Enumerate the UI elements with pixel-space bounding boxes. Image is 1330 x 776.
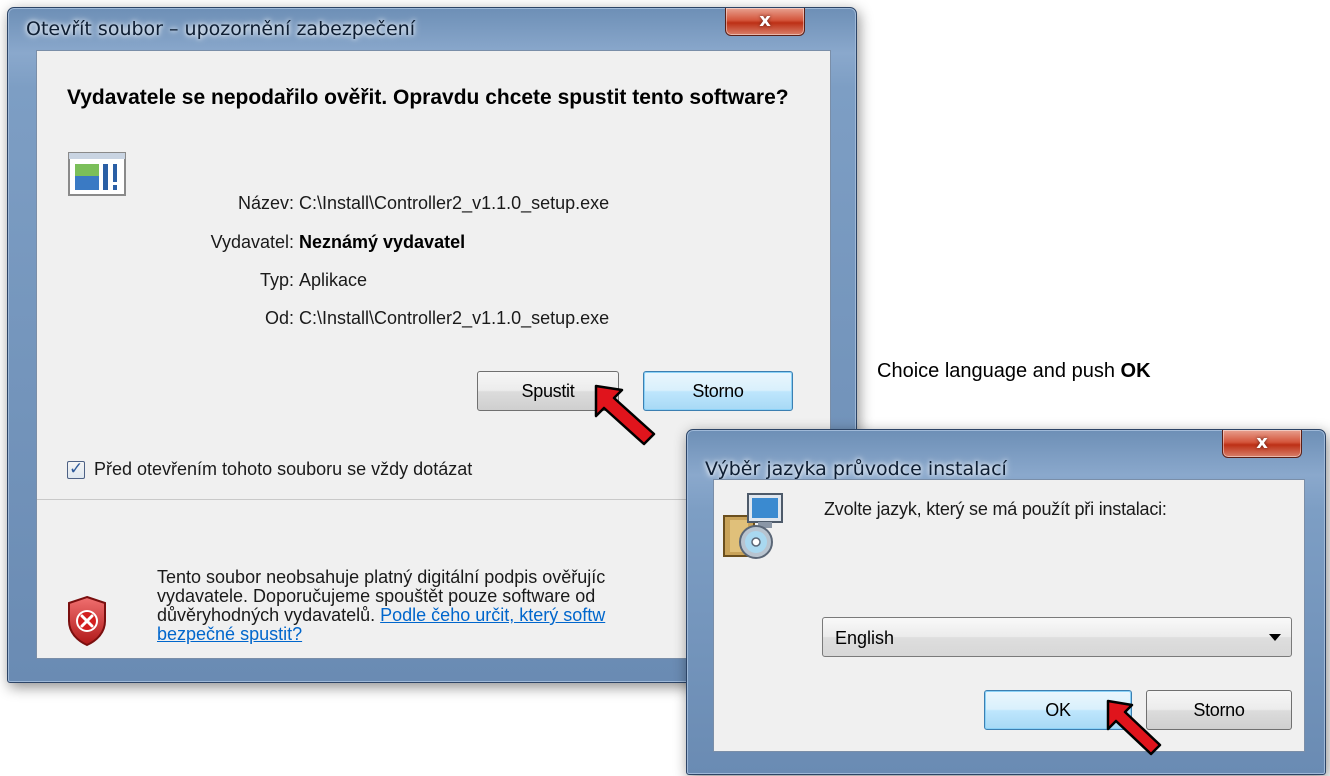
installer-icon <box>723 493 783 559</box>
help-link[interactable]: Podle čeho určit, který softw <box>380 605 605 625</box>
dialog-content: Zvolte jazyk, který se má použít při ins… <box>713 479 1305 752</box>
from-label: Od: <box>264 308 294 328</box>
caption-emphasis: OK <box>1120 360 1151 382</box>
warning-heading: Vydavatele se nepodařilo ověřit. Opravdu… <box>67 86 789 109</box>
instruction-caption: Choice language and push OK <box>877 360 1151 383</box>
cancel-button[interactable]: Storno <box>643 371 793 411</box>
language-selection-dialog: Výběr jazyka průvodce instalací x Zvolte… <box>686 429 1326 775</box>
chevron-down-icon[interactable] <box>1269 634 1281 641</box>
application-file-icon <box>68 152 126 196</box>
pointer-arrow-icon <box>594 384 656 446</box>
name-value: C:\Install\Controller2_v1.1.0_setup.exe <box>299 193 610 213</box>
warning-line-3-text: důvěryhodných vydavatelů. <box>157 605 381 625</box>
from-value: C:\Install\Controller2_v1.1.0_setup.exe <box>299 308 610 328</box>
checkmark-icon: ✓ <box>69 459 84 479</box>
language-prompt: Zvolte jazyk, který se má použít při ins… <box>824 499 1167 519</box>
language-select[interactable]: English <box>822 617 1292 657</box>
title-bar[interactable]: Výběr jazyka průvodce instalací x <box>687 430 1325 480</box>
type-value: Aplikace <box>299 270 368 290</box>
publisher-label: Vydavatel: <box>210 232 294 252</box>
always-ask-label[interactable]: Před otevřením tohoto souboru se vždy do… <box>94 459 472 480</box>
dialog-title: Výběr jazyka průvodce instalací <box>705 458 1007 480</box>
close-icon: x <box>1256 432 1268 453</box>
name-label: Název: <box>237 193 294 213</box>
dialog-title: Otevřít soubor – upozornění zabezpečení <box>26 18 415 40</box>
title-bar[interactable]: Otevřít soubor – upozornění zabezpečení … <box>8 8 856 48</box>
always-ask-checkbox[interactable]: ✓ <box>67 459 85 479</box>
selected-language: English <box>835 628 895 648</box>
close-button[interactable]: x <box>1222 430 1302 458</box>
caption-text: Choice language and push <box>877 360 1121 382</box>
pointer-arrow-icon <box>1106 699 1162 756</box>
close-icon: x <box>759 10 771 31</box>
close-button[interactable]: x <box>725 8 805 36</box>
shield-error-icon <box>68 595 106 647</box>
publisher-value: Neznámý vydavatel <box>299 232 466 252</box>
cancel-button[interactable]: Storno <box>1146 690 1292 730</box>
type-label: Typ: <box>259 270 294 290</box>
